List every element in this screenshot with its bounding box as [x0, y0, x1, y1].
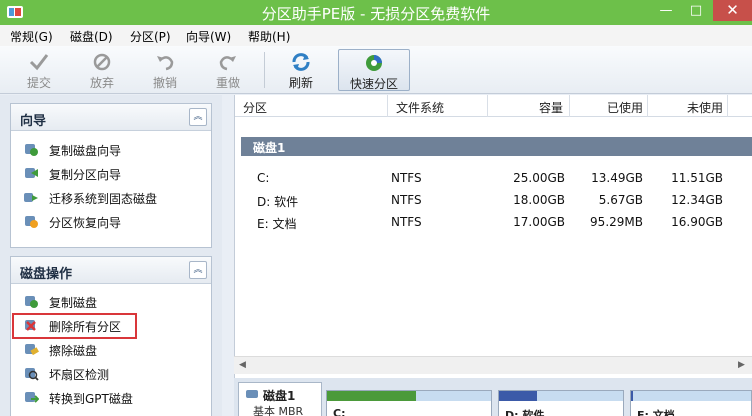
- quick-partition-button[interactable]: 快速分区: [338, 49, 410, 91]
- sidebar-item-copy-disk[interactable]: 复制磁盘: [23, 291, 203, 311]
- wizard-panel-title: 向导: [20, 114, 47, 129]
- partition-block-c[interactable]: C:: [326, 390, 492, 416]
- discard-button[interactable]: 放弃: [77, 49, 127, 91]
- eraser-icon: [25, 344, 39, 356]
- scroll-right-icon[interactable]: ▶: [738, 360, 745, 370]
- sidebar-item-copy-partition-wizard[interactable]: 复制分区向导: [23, 163, 203, 183]
- discard-icon: [93, 53, 111, 71]
- window-title: 分区助手PE版 - 无损分区免费软件: [261, 5, 491, 23]
- collapse-icon[interactable]: ︽: [189, 261, 207, 279]
- quick-partition-icon: [366, 55, 382, 71]
- table-header: 分区 文件系统 容量 已使用 未使用: [235, 95, 752, 117]
- convert-gpt-icon: [25, 392, 39, 403]
- bad-sector-icon: [25, 368, 39, 381]
- column-divider[interactable]: [387, 95, 388, 117]
- wizard-panel-header: 向导 ︽: [11, 104, 211, 131]
- column-divider[interactable]: [647, 95, 648, 117]
- column-divider[interactable]: [727, 95, 728, 117]
- menu-help[interactable]: 帮助(H): [248, 28, 290, 45]
- minimize-icon[interactable]: —: [653, 0, 679, 21]
- usage-bar: [499, 391, 538, 401]
- disk-operations-title: 磁盘操作: [20, 267, 73, 282]
- usage-bar: [327, 391, 416, 401]
- maximize-icon[interactable]: □: [683, 0, 709, 21]
- checkmark-icon: [29, 54, 49, 71]
- column-header-unused[interactable]: 未使用: [687, 99, 723, 116]
- refresh-button[interactable]: 刷新: [276, 49, 326, 91]
- column-header-capacity[interactable]: 容量: [539, 99, 563, 116]
- partition-list: 分区 文件系统 容量 已使用 未使用 磁盘1 C: NTFS 25.00GB 1…: [234, 95, 752, 378]
- sidebar-item-bad-sector-check[interactable]: 坏扇区检测: [23, 363, 203, 383]
- toolbar: 提交 放弃 撤销 重做 刷新 快速分区: [0, 46, 752, 94]
- refresh-icon: [292, 53, 310, 71]
- column-divider[interactable]: [487, 95, 488, 117]
- sidebar-item-wipe-disk[interactable]: 擦除磁盘: [23, 339, 203, 359]
- partition-copy-icon: [25, 168, 38, 178]
- disk-icon: [246, 390, 258, 398]
- collapse-icon[interactable]: ︽: [189, 108, 207, 126]
- partition-block-e[interactable]: E: 文档: [630, 390, 752, 416]
- highlight-annotation: [12, 313, 137, 339]
- title-bar: 分区助手PE版 - 无损分区免费软件 — □ ✕: [0, 0, 752, 25]
- migrate-os-icon: [24, 193, 38, 202]
- redo-icon: [219, 56, 236, 71]
- menu-disk[interactable]: 磁盘(D): [70, 28, 113, 45]
- disk-copy-icon: [25, 296, 38, 308]
- table-row[interactable]: C: NTFS 25.00GB 13.49GB 11.51GB: [235, 167, 752, 189]
- undo-icon: [157, 56, 174, 71]
- disk-operations-header: 磁盘操作 ︽: [11, 257, 211, 284]
- menu-bar: 常规(G) 磁盘(D) 分区(P) 向导(W) 帮助(H): [0, 25, 752, 46]
- column-divider[interactable]: [569, 95, 570, 117]
- redo-button[interactable]: 重做: [203, 49, 253, 91]
- usage-bar: [631, 391, 634, 401]
- undo-button[interactable]: 撤销: [140, 49, 190, 91]
- sidebar-item-copy-disk-wizard[interactable]: 复制磁盘向导: [23, 139, 203, 159]
- close-icon[interactable]: ✕: [713, 0, 752, 21]
- table-row[interactable]: E: 文档 NTFS 17.00GB 95.29MB 16.90GB: [235, 211, 752, 233]
- column-header-used[interactable]: 已使用: [607, 99, 643, 116]
- scroll-left-icon[interactable]: ◀: [239, 360, 246, 370]
- wizard-panel: 向导 ︽ 复制磁盘向导 复制分区向导 迁移系统到固态磁盘 分区恢复向导: [10, 103, 212, 248]
- sidebar-item-partition-recovery[interactable]: 分区恢复向导: [23, 211, 203, 231]
- disk-map: 磁盘1 基本 MBR C: D: 软件 E: 文档: [234, 378, 752, 416]
- column-header-partition[interactable]: 分区: [243, 99, 267, 116]
- disk-group-header[interactable]: 磁盘1: [241, 137, 752, 156]
- column-header-filesystem[interactable]: 文件系统: [396, 99, 444, 116]
- horizontal-scrollbar[interactable]: ◀ ▶: [234, 356, 752, 374]
- left-sidebar: 向导 ︽ 复制磁盘向导 复制分区向导 迁移系统到固态磁盘 分区恢复向导 磁盘操作…: [0, 95, 222, 416]
- toolbar-separator: [264, 52, 265, 88]
- disk-copy-icon: [25, 144, 38, 156]
- sidebar-item-convert-gpt[interactable]: 转换到GPT磁盘: [23, 387, 203, 407]
- commit-button[interactable]: 提交: [14, 49, 64, 91]
- menu-partition[interactable]: 分区(P): [130, 28, 171, 45]
- sidebar-item-migrate-ssd[interactable]: 迁移系统到固态磁盘: [23, 187, 203, 207]
- partition-block-d[interactable]: D: 软件: [498, 390, 624, 416]
- menu-general[interactable]: 常规(G): [10, 28, 53, 45]
- table-row[interactable]: D: 软件 NTFS 18.00GB 5.67GB 12.34GB: [235, 189, 752, 211]
- recovery-icon: [25, 216, 38, 228]
- menu-wizard[interactable]: 向导(W): [186, 28, 231, 45]
- disk-card[interactable]: 磁盘1 基本 MBR: [238, 382, 322, 416]
